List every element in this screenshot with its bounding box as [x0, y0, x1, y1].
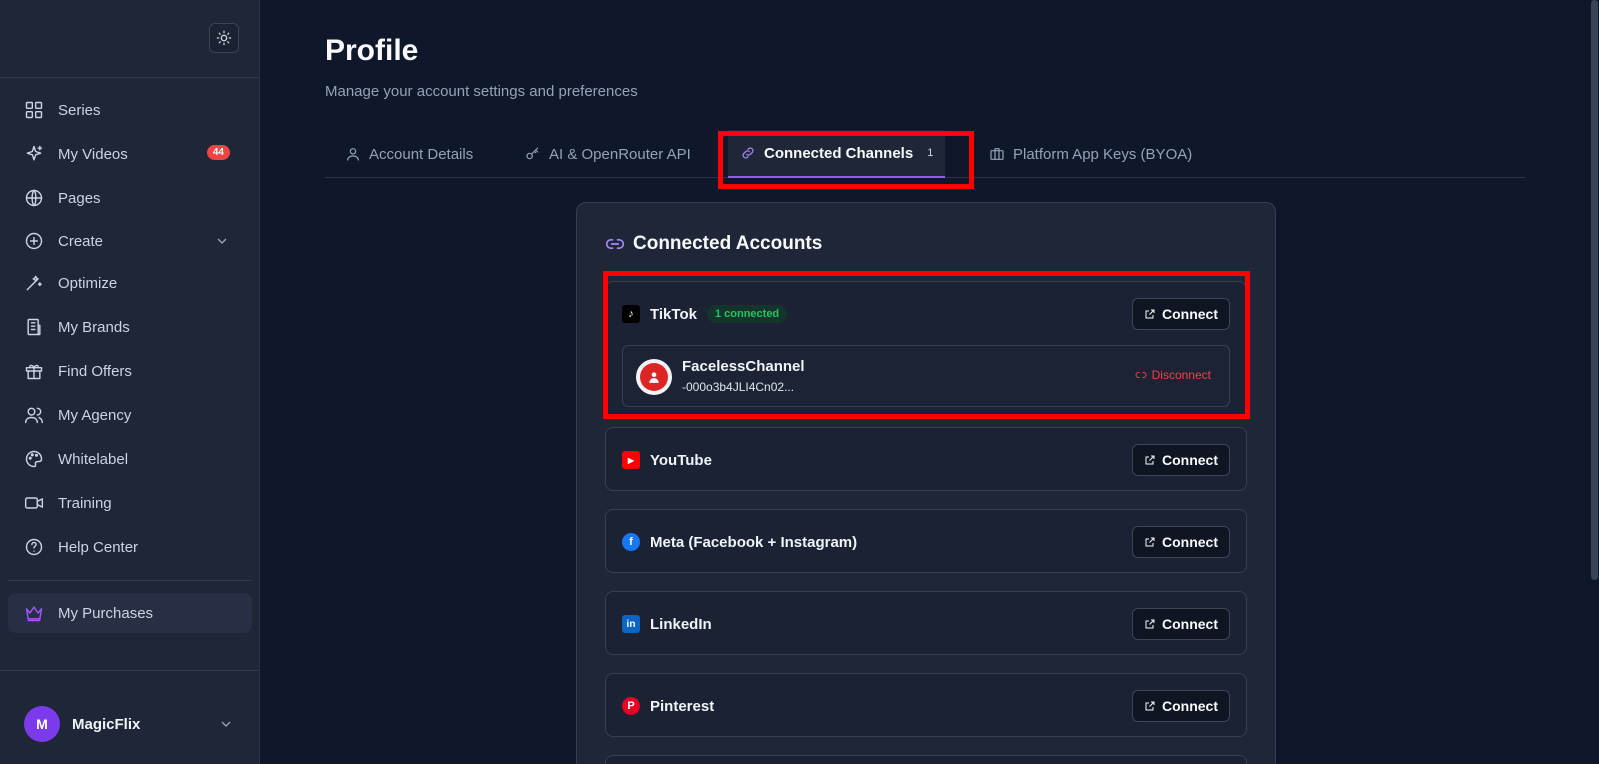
- sidebar-item-help-center[interactable]: Help Center: [8, 527, 252, 567]
- sidebar-item-my-brands[interactable]: My Brands: [8, 307, 252, 347]
- sidebar-item-my-purchases[interactable]: My Purchases: [8, 593, 252, 633]
- video-icon: [24, 493, 44, 513]
- sidebar-item-pages[interactable]: Pages: [8, 178, 252, 218]
- connect-label: Connect: [1162, 616, 1218, 632]
- sidebar-item-label: Whitelabel: [58, 450, 129, 468]
- sidebar-item-label: Create: [58, 232, 104, 250]
- sidebar-item-label: Optimize: [58, 274, 118, 292]
- linkedin-icon: in: [622, 615, 640, 633]
- channel-name: Pinterest: [650, 697, 715, 715]
- channel-name: YouTube: [650, 451, 712, 469]
- connect-button-meta[interactable]: Connect: [1132, 526, 1230, 558]
- user-menu[interactable]: M MagicFlix: [24, 706, 140, 742]
- connect-label: Connect: [1162, 698, 1218, 714]
- sidebar-item-my-agency[interactable]: My Agency: [8, 395, 252, 435]
- palette-icon: [24, 449, 44, 469]
- tab-account-details[interactable]: Account Details: [345, 130, 473, 178]
- globe-icon: [24, 188, 44, 208]
- sidebar-item-label: Find Offers: [58, 362, 132, 380]
- tab-label: Account Details: [369, 145, 474, 163]
- channel-card-more: [605, 755, 1247, 764]
- tab-ai-openrouter[interactable]: AI & OpenRouter API: [525, 130, 691, 178]
- sidebar-item-label: Series: [58, 101, 101, 119]
- connect-button-pinterest[interactable]: Connect: [1132, 690, 1230, 722]
- link-icon: [605, 239, 625, 249]
- sidebar-item-label: Pages: [58, 189, 101, 207]
- connect-button-youtube[interactable]: Connect: [1132, 444, 1230, 476]
- sparkles-icon: [24, 144, 44, 164]
- channel-card-youtube: ▶ YouTube Connect: [605, 427, 1247, 491]
- sun-icon: [216, 30, 232, 46]
- channel-header: in LinkedIn: [622, 592, 712, 656]
- youtube-icon: ▶: [622, 451, 640, 469]
- scrollbar-thumb[interactable]: [1591, 0, 1598, 580]
- channel-header: P Pinterest: [622, 674, 714, 738]
- key-icon: [526, 147, 539, 160]
- tab-platform-app-keys[interactable]: Platform App Keys (BYOA): [989, 130, 1192, 178]
- sidebar-item-whitelabel[interactable]: Whitelabel: [8, 439, 252, 479]
- sidebar-item-series[interactable]: Series: [8, 90, 252, 130]
- sidebar-item-my-videos[interactable]: My Videos 44: [8, 134, 252, 174]
- highlight-box: [718, 131, 974, 189]
- external-link-icon: [1145, 537, 1155, 547]
- plus-circle-icon: [24, 231, 44, 251]
- channel-header: f Meta (Facebook + Instagram): [622, 510, 857, 574]
- page-title: Profile: [325, 34, 419, 67]
- sidebar-item-find-offers[interactable]: Find Offers: [8, 351, 252, 391]
- external-link-icon: [1145, 455, 1155, 465]
- users-icon: [24, 405, 44, 425]
- channel-name: Meta (Facebook + Instagram): [650, 533, 858, 551]
- connect-button-linkedin[interactable]: Connect: [1132, 608, 1230, 640]
- user-icon: [347, 148, 359, 161]
- sidebar-item-label: My Videos: [58, 145, 128, 163]
- external-link-icon: [1145, 701, 1155, 711]
- page-subtitle: Manage your account settings and prefere…: [325, 83, 638, 100]
- sidebar-item-training[interactable]: Training: [8, 483, 252, 523]
- panel-title: Connected Accounts: [605, 233, 822, 255]
- connect-label: Connect: [1162, 452, 1218, 468]
- sidebar-item-label: Training: [58, 494, 112, 512]
- help-circle-icon: [24, 537, 44, 557]
- sidebar-item-label: My Agency: [58, 406, 132, 424]
- channel-card-pinterest: P Pinterest Connect: [605, 673, 1247, 737]
- channel-card-linkedin: in LinkedIn Connect: [605, 591, 1247, 655]
- crown-icon: [24, 603, 44, 623]
- sidebar-item-create[interactable]: Create: [8, 221, 252, 261]
- chevron-down-icon[interactable]: [218, 716, 234, 732]
- sidebar-item-label: My Purchases: [58, 604, 154, 622]
- external-link-icon: [1145, 619, 1155, 629]
- avatar: M: [24, 706, 60, 742]
- grid-icon: [24, 100, 44, 120]
- tab-label: Platform App Keys (BYOA): [1013, 145, 1193, 163]
- facebook-icon: f: [622, 533, 640, 551]
- channel-name: LinkedIn: [650, 615, 712, 633]
- user-name: MagicFlix: [72, 715, 141, 733]
- pinterest-icon: P: [622, 697, 640, 715]
- highlight-box: [603, 271, 1250, 419]
- tab-label: AI & OpenRouter API: [549, 145, 691, 163]
- building-icon: [24, 317, 44, 337]
- sidebar-divider: [0, 77, 260, 78]
- sidebar-item-label: Help Center: [58, 538, 139, 556]
- sidebar-divider: [8, 580, 252, 581]
- magic-wand-icon: [24, 273, 44, 293]
- sidebar-item-label: My Brands: [58, 318, 130, 336]
- sidebar-item-optimize[interactable]: Optimize: [8, 263, 252, 303]
- sidebar-divider: [0, 670, 260, 671]
- briefcase-icon: [990, 148, 1004, 160]
- channel-header: ▶ YouTube: [622, 428, 712, 492]
- theme-toggle-button[interactable]: [209, 23, 239, 53]
- channel-card-meta: f Meta (Facebook + Instagram) Connect: [605, 509, 1247, 573]
- sidebar: Series My Videos 44 Pages Create Optimiz…: [0, 0, 260, 764]
- gift-icon: [24, 361, 44, 381]
- chevron-down-icon: [214, 233, 230, 249]
- connect-label: Connect: [1162, 534, 1218, 550]
- panel-title-text: Connected Accounts: [633, 233, 823, 254]
- video-count-badge: 44: [206, 145, 230, 160]
